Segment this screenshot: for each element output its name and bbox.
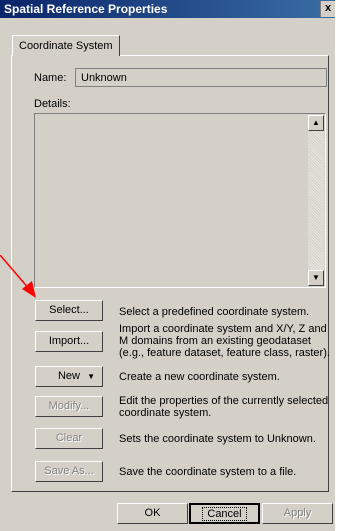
apply-button[interactable]: Apply xyxy=(262,503,333,524)
title-bar[interactable]: Spatial Reference Properties x xyxy=(0,0,335,18)
spatial-reference-dialog: Spatial Reference Properties x Coordinat… xyxy=(0,0,335,531)
ok-button[interactable]: OK xyxy=(117,503,188,524)
cancel-button[interactable]: Cancel xyxy=(189,503,260,524)
window-title: Spatial Reference Properties xyxy=(4,2,168,16)
new-button[interactable]: New ▼ xyxy=(35,366,103,387)
details-textarea[interactable]: ▲ ▼ xyxy=(34,113,326,288)
save-as-description: Save the coordinate system to a file. xyxy=(119,466,297,478)
cancel-button-label: Cancel xyxy=(202,507,247,521)
modify-description: Edit the properties of the currently sel… xyxy=(119,395,329,419)
scroll-up-icon[interactable]: ▲ xyxy=(308,115,324,131)
save-as-button[interactable]: Save As... xyxy=(35,461,103,482)
modify-button[interactable]: Modify... xyxy=(35,396,103,417)
details-label: Details: xyxy=(34,98,71,110)
close-button[interactable]: x xyxy=(320,1,335,17)
new-description: Create a new coordinate system. xyxy=(119,371,280,383)
tab-coordinate-system[interactable]: Coordinate System xyxy=(12,35,120,56)
details-scrollbar[interactable]: ▲ ▼ xyxy=(308,115,324,286)
scroll-down-icon[interactable]: ▼ xyxy=(308,270,324,286)
import-description: Import a coordinate system and X/Y, Z an… xyxy=(119,323,330,359)
name-field: Unknown xyxy=(75,68,327,87)
name-label: Name: xyxy=(34,72,67,84)
red-arrow-icon xyxy=(0,255,36,298)
select-button[interactable]: Select... xyxy=(35,300,103,321)
select-description: Select a predefined coordinate system. xyxy=(119,306,310,318)
clear-description: Sets the coordinate system to Unknown. xyxy=(119,433,316,445)
clear-button[interactable]: Clear xyxy=(35,428,103,449)
new-button-label: New xyxy=(57,370,80,382)
import-button[interactable]: Import... xyxy=(35,331,103,352)
dropdown-arrow-icon: ▼ xyxy=(87,372,95,381)
